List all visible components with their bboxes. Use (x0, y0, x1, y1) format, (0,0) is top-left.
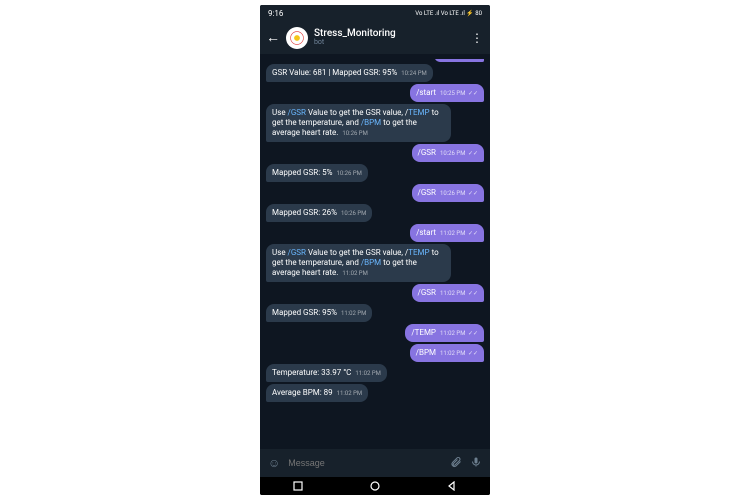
message-in[interactable]: GSR Value: 681 | Mapped GSR: 95% 10:24 PM (266, 64, 484, 82)
message-text: /GSR (418, 148, 436, 157)
message-text: Mapped GSR: 26% (272, 208, 337, 217)
message-in[interactable]: Mapped GSR: 95% 11:02 PM (266, 304, 484, 322)
message-bubble: /GSR 10:26 PM ✓✓ (412, 144, 484, 162)
message-text: /start (416, 228, 436, 237)
message-bubble: Use /GSR Value to get the GSR value, /TE… (266, 244, 451, 282)
message-time: 10:26 PM (342, 130, 367, 138)
message-bubble: /BPM 11:02 PM ✓✓ (410, 344, 484, 362)
chat-area[interactable]: 10:24 PM ✓✓ GSR Value: 681 | Mapped GSR: … (260, 55, 490, 449)
message-in[interactable]: Mapped GSR: 5% 10:26 PM (266, 164, 484, 182)
emoji-icon[interactable]: ☺ (268, 456, 280, 470)
message-bubble: Average BPM: 89 11:02 PM (266, 384, 368, 402)
message-time: 10:26 PM ✓✓ (440, 150, 478, 158)
message-bubble: GSR Value: 681 | Mapped GSR: 95% 10:24 PM (266, 64, 433, 82)
message-bubble: Mapped GSR: 5% 10:26 PM (266, 164, 368, 182)
nav-back-icon[interactable] (447, 481, 457, 491)
message-out[interactable]: /GSR 10:26 PM ✓✓ (266, 184, 484, 202)
message-bubble: Mapped GSR: 26% 10:26 PM (266, 204, 372, 222)
message-text: /GSR (418, 188, 436, 197)
message-bubble: Temperature: 33.97 °C 11:02 PM (266, 364, 387, 382)
message-text: /TEMP (411, 328, 436, 337)
status-time: 9:16 (268, 9, 283, 18)
message-out[interactable]: /start 10:25 PM ✓✓ (266, 84, 484, 102)
message-time: 10:25 PM ✓✓ (440, 90, 478, 98)
message-bubble: Use /GSR Value to get the GSR value, /TE… (266, 104, 451, 142)
read-check-icon: ✓✓ (468, 90, 478, 97)
message-bubble: 10:24 PM ✓✓ (434, 59, 484, 62)
message-time: 10:26 PM (341, 210, 366, 218)
message-bubble: /TEMP 11:02 PM ✓✓ (405, 324, 484, 342)
message-time: 10:26 PM ✓✓ (440, 190, 478, 198)
message-in[interactable]: Mapped GSR: 26% 10:26 PM (266, 204, 484, 222)
message-bubble: /GSR 10:26 PM ✓✓ (412, 184, 484, 202)
message-text: /GSR (418, 288, 436, 297)
nav-home-icon[interactable] (370, 481, 380, 491)
message-bubble: /start 11:02 PM ✓✓ (410, 224, 484, 242)
message-text: /start (416, 88, 436, 97)
nav-recent-icon[interactable] (293, 481, 303, 491)
phone-frame: 9:16 Vo LTE .ıl Vo LTE .ıl ⚡ 80 ← Stress… (260, 5, 490, 495)
message-out[interactable]: /TEMP 11:02 PM ✓✓ (266, 324, 484, 342)
chat-header: ← Stress_Monitoring bot ⋮ (260, 21, 490, 55)
read-check-icon: ✓✓ (468, 330, 478, 337)
message-out[interactable]: /GSR 11:02 PM ✓✓ (266, 284, 484, 302)
chat-subtitle: bot (314, 39, 465, 46)
message-bubble: /GSR 11:02 PM ✓✓ (412, 284, 484, 302)
message-time: 11:02 PM (355, 370, 380, 378)
message-in[interactable]: Use /GSR Value to get the GSR value, /TE… (266, 104, 484, 142)
message-time: 11:02 PM (337, 390, 362, 398)
message-out[interactable]: /start 11:02 PM ✓✓ (266, 224, 484, 242)
message-text: Mapped GSR: 95% (272, 308, 337, 317)
read-check-icon: ✓✓ (468, 150, 478, 157)
message-text: Mapped GSR: 5% (272, 168, 332, 177)
message-time: 11:02 PM (342, 270, 367, 278)
chat-title: Stress_Monitoring (314, 29, 465, 39)
message-bubble: Mapped GSR: 95% 11:02 PM (266, 304, 372, 322)
read-check-icon: ✓✓ (468, 290, 478, 297)
back-icon[interactable]: ← (266, 29, 280, 46)
message-text: GSR Value: 681 | Mapped GSR: 95% (272, 68, 397, 77)
input-bar: ☺ (260, 449, 490, 477)
message-input[interactable] (288, 458, 442, 468)
message-out[interactable]: 10:24 PM ✓✓ (266, 59, 484, 62)
message-in[interactable]: Use /GSR Value to get the GSR value, /TE… (266, 244, 484, 282)
status-bar: 9:16 Vo LTE .ıl Vo LTE .ıl ⚡ 80 (260, 5, 490, 21)
message-in[interactable]: Average BPM: 89 11:02 PM (266, 384, 484, 402)
message-time: 11:02 PM (341, 310, 366, 318)
read-check-icon: ✓✓ (468, 350, 478, 357)
message-time: 11:02 PM ✓✓ (440, 330, 478, 338)
message-time: 11:02 PM ✓✓ (440, 290, 478, 298)
message-time: 10:26 PM (336, 170, 361, 178)
more-icon[interactable]: ⋮ (471, 31, 484, 45)
avatar[interactable] (286, 27, 308, 49)
message-time: 11:02 PM ✓✓ (440, 350, 478, 358)
status-indicators: Vo LTE .ıl Vo LTE .ıl ⚡ 80 (415, 10, 482, 17)
message-bubble: /start 10:25 PM ✓✓ (410, 84, 484, 102)
message-time: 11:02 PM ✓✓ (440, 230, 478, 238)
read-check-icon: ✓✓ (468, 230, 478, 237)
android-nav (260, 477, 490, 495)
message-text: Temperature: 33.97 °C (272, 368, 351, 377)
read-check-icon: ✓✓ (468, 190, 478, 197)
message-out[interactable]: /GSR 10:26 PM ✓✓ (266, 144, 484, 162)
title-block[interactable]: Stress_Monitoring bot (314, 29, 465, 46)
message-out[interactable]: /BPM 11:02 PM ✓✓ (266, 344, 484, 362)
attach-icon[interactable] (450, 456, 462, 471)
message-in[interactable]: Temperature: 33.97 °C 11:02 PM (266, 364, 484, 382)
mic-icon[interactable] (470, 456, 482, 471)
message-text: /BPM (416, 348, 436, 357)
message-time: 10:24 PM (401, 70, 426, 78)
message-text: Average BPM: 89 (272, 388, 333, 397)
message-time: 10:24 PM ✓✓ (442, 59, 480, 60)
